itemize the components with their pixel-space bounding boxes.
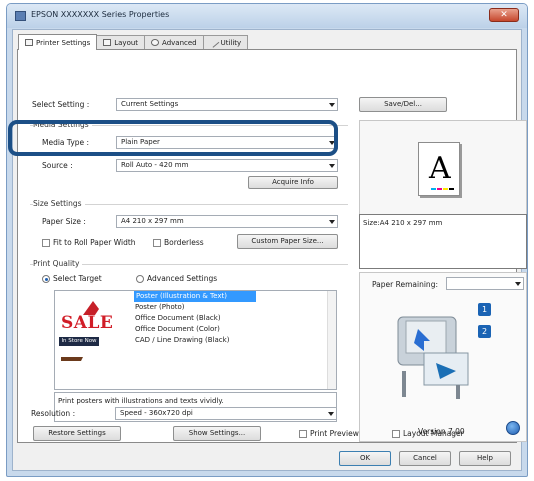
select-setting-dropdown[interactable]: Current Settings: [116, 98, 338, 111]
advanced-settings-radio[interactable]: [136, 275, 144, 283]
tab-printer-settings[interactable]: Printer Settings: [18, 34, 98, 50]
list-scrollbar[interactable]: [327, 291, 336, 389]
step-1-badge: 1: [478, 303, 491, 316]
help-button[interactable]: Help: [459, 451, 511, 466]
chevron-down-icon: [329, 164, 335, 168]
chevron-down-icon: [329, 141, 335, 145]
restore-settings-button[interactable]: Restore Settings: [33, 426, 121, 441]
print-quality-title: Print Quality: [33, 259, 83, 268]
select-setting-value: Current Settings: [121, 100, 179, 108]
paper-remaining-label: Paper Remaining:: [372, 280, 438, 289]
list-item[interactable]: Poster (Illustration & Text): [134, 291, 256, 302]
media-type-label: Media Type :: [42, 138, 90, 147]
yellow-swatch: [443, 188, 448, 190]
printer-illustration-icon: [397, 316, 469, 399]
chevron-down-icon: [515, 282, 521, 286]
resolution-label: Resolution :: [31, 409, 76, 418]
window-title: EPSON XXXXXXX Series Properties: [31, 10, 170, 19]
select-target-radio[interactable]: [42, 275, 50, 283]
description-text: Print posters with illustrations and tex…: [58, 397, 224, 405]
layout-icon: [103, 39, 112, 46]
size-info-text: Size:A4 210 x 297 mm: [363, 219, 443, 227]
tab-label: Layout: [114, 38, 139, 47]
advanced-icon: [151, 39, 160, 46]
chevron-down-icon: [329, 103, 335, 107]
paper-letter: A: [429, 151, 451, 186]
properties-window: EPSON XXXXXXX Series Properties ✕ Printe…: [6, 3, 528, 477]
tab-label: Printer Settings: [36, 38, 91, 47]
paper-preview-sheet: A: [418, 142, 460, 196]
layout-manager-checkbox[interactable]: [392, 430, 400, 438]
dialog-client: Printer Settings Layout Advanced Utility…: [12, 29, 527, 471]
select-setting-label: Select Setting :: [32, 100, 90, 109]
save-del-button[interactable]: Save/Del...: [359, 97, 447, 112]
fit-roll-label: Fit to Roll Paper Width: [53, 238, 136, 247]
paper-size-dropdown[interactable]: A4 210 x 297 mm: [116, 215, 338, 228]
printer-icon: [25, 39, 33, 46]
tab-advanced[interactable]: Advanced: [144, 35, 204, 49]
ok-button[interactable]: OK: [339, 451, 391, 466]
step-2-badge: 2: [478, 325, 491, 338]
tab-label: Utility: [220, 38, 242, 47]
tab-utility[interactable]: Utility: [202, 35, 249, 49]
fit-roll-checkbox[interactable]: [42, 239, 50, 247]
paper-size-value: A4 210 x 297 mm: [121, 217, 184, 225]
printer-settings-panel: Select Setting : Current Settings Save/D…: [17, 49, 527, 443]
source-dropdown[interactable]: Roll Auto - 420 mm: [116, 159, 338, 172]
cyan-swatch: [431, 188, 436, 190]
cancel-button[interactable]: Cancel: [399, 451, 451, 466]
source-value: Roll Auto - 420 mm: [121, 161, 189, 169]
select-target-label: Select Target: [53, 274, 102, 283]
advanced-settings-label: Advanced Settings: [147, 274, 218, 283]
source-label: Source :: [42, 161, 73, 170]
tab-strip: Printer Settings Layout Advanced Utility: [18, 34, 249, 50]
print-preview-checkbox[interactable]: [299, 430, 307, 438]
print-preview-label: Print Preview: [310, 429, 359, 438]
cmyk-strip: [431, 188, 454, 190]
in-store-badge: In Store Now: [59, 337, 99, 346]
resolution-value: Speed - 360x720 dpi: [120, 409, 193, 417]
paper-remaining-panel: Paper Remaining: 1 2 Version 7.00: [359, 272, 527, 442]
utility-icon: [208, 37, 219, 48]
media-type-value: Plain Paper: [121, 138, 160, 146]
acquire-info-button[interactable]: Acquire Info: [248, 176, 338, 189]
show-settings-button[interactable]: Show Settings...: [173, 426, 261, 441]
chevron-down-icon: [328, 412, 334, 416]
printer-app-icon: [15, 11, 26, 21]
paper-size-label: Paper Size :: [42, 217, 86, 226]
close-button[interactable]: ✕: [489, 8, 519, 22]
sale-text: SALE: [61, 313, 114, 333]
borderless-label: Borderless: [164, 238, 204, 247]
chevron-down-icon: [329, 220, 335, 224]
paper-remaining-field[interactable]: [446, 277, 524, 290]
size-info-box: Size:A4 210 x 297 mm: [359, 214, 527, 269]
black-swatch: [449, 188, 454, 190]
borderless-checkbox[interactable]: [153, 239, 161, 247]
tab-layout[interactable]: Layout: [96, 35, 146, 49]
title-bar[interactable]: EPSON XXXXXXX Series Properties ✕: [7, 4, 527, 28]
media-type-dropdown[interactable]: Plain Paper: [116, 136, 338, 149]
magenta-swatch: [437, 188, 442, 190]
layout-manager-label: Layout Manager: [403, 429, 464, 438]
custom-paper-size-button[interactable]: Custom Paper Size...: [237, 234, 338, 249]
update-globe-icon[interactable]: [506, 421, 520, 435]
size-settings-title: Size Settings: [33, 199, 85, 208]
tab-label: Advanced: [162, 38, 197, 47]
resolution-dropdown[interactable]: Speed - 360x720 dpi: [115, 407, 337, 420]
sale-preview-image: SALE In Store Now: [55, 291, 133, 389]
media-settings-title: Media Settings: [33, 120, 92, 129]
